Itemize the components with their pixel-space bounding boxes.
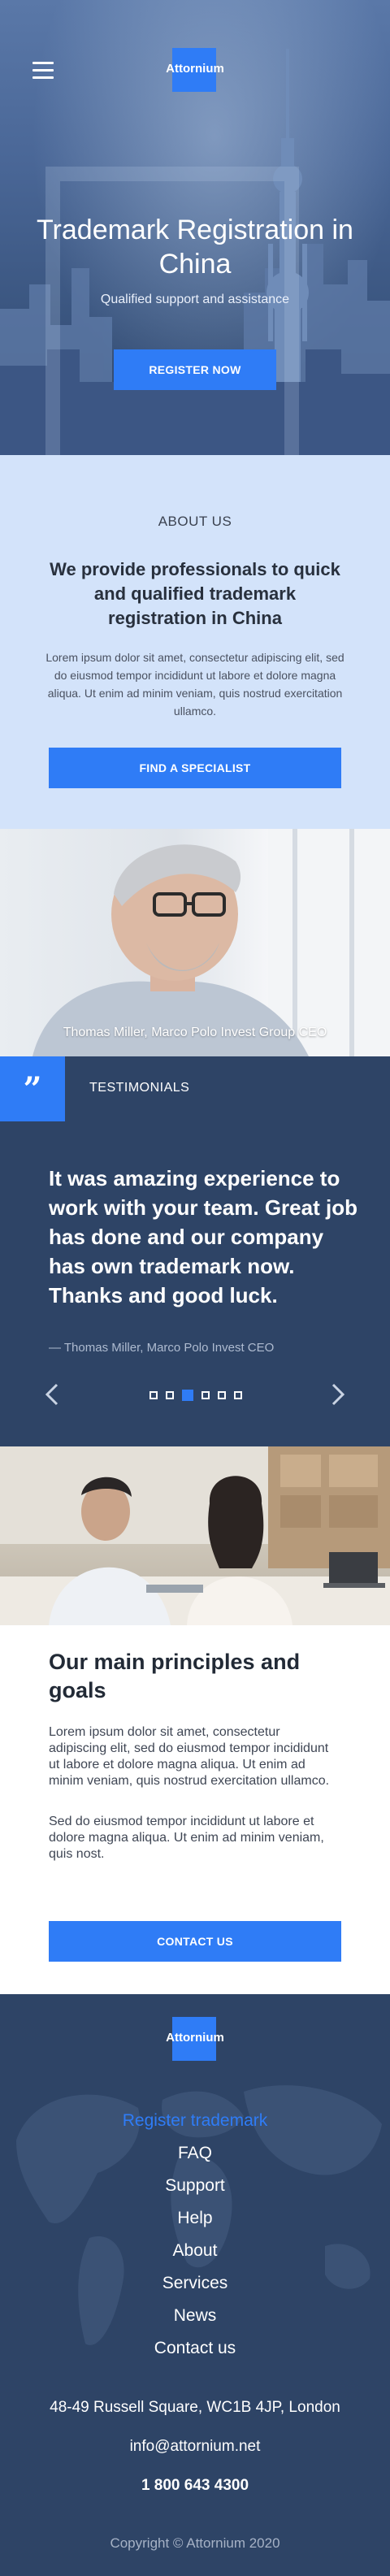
footer-link-about[interactable]: About: [0, 2235, 390, 2267]
principles-paragraph-2: Sed do eiusmod tempor incididunt ut labo…: [49, 1815, 324, 1861]
contact-us-button[interactable]: CONTACT US: [49, 1921, 341, 1962]
chevron-right-icon[interactable]: [328, 1381, 348, 1407]
footer-copyright: Copyright © Attornium 2020: [110, 2535, 280, 2551]
slider-dot-4[interactable]: [202, 1391, 210, 1399]
testimonials-section: ” TESTIMONIALS It was amazing experience…: [0, 1056, 390, 1446]
footer-phone-link[interactable]: 1 800 643 4300: [0, 2477, 390, 2495]
footer-link-help[interactable]: Help: [0, 2202, 390, 2235]
slider-dot-1[interactable]: [150, 1391, 158, 1399]
logo[interactable]: Attornium: [0, 62, 390, 76]
footer-logo[interactable]: Attornium: [0, 2031, 390, 2045]
ceo-portrait-image: [32, 829, 390, 1056]
register-now-button[interactable]: REGISTER NOW: [114, 349, 276, 390]
slider-dot-3[interactable]: [182, 1390, 193, 1401]
footer-link-contact-us[interactable]: Contact us: [0, 2332, 390, 2365]
footer-link-support[interactable]: Support: [0, 2170, 390, 2202]
find-a-specialist-button[interactable]: FIND A SPECIALIST: [49, 748, 341, 788]
hero-subtitle: Qualified support and assistance: [100, 293, 290, 306]
about-section: ABOUT US We provide professionals to qui…: [0, 455, 390, 829]
slider-dot-2[interactable]: [166, 1391, 174, 1399]
testimonial-quote: It was amazing experience to work with y…: [49, 1166, 358, 1308]
testimonials-label: TESTIMONIALS: [89, 1081, 190, 1095]
slider-dots: [150, 1390, 242, 1401]
about-heading: We provide professionals to quick and qu…: [50, 559, 340, 628]
footer-link-services[interactable]: Services: [0, 2267, 390, 2300]
testimonial-author: — Thomas Miller, Marco Polo Invest CEO: [49, 1341, 275, 1355]
hero-decorative-frame: [46, 167, 299, 455]
footer-email-link[interactable]: info@attornium.net: [0, 2438, 390, 2456]
photo-caption: Thomas Miller, Marco Polo Invest Group C…: [63, 1026, 327, 1039]
principles-section: Our main principles and goals Lorem ipsu…: [0, 1625, 390, 1994]
ceo-photo: Thomas Miller, Marco Polo Invest Group C…: [0, 829, 390, 1056]
footer-nav: Register trademark FAQ Support Help Abou…: [0, 2105, 390, 2365]
about-body: Lorem ipsum dolor sit amet, consectetur …: [46, 651, 344, 718]
hero-title: Trademark Registration in China: [37, 215, 353, 280]
about-eyebrow: ABOUT US: [158, 514, 232, 529]
footer-address: 48-49 Russell Square, WC1B 4JP, London: [50, 2399, 340, 2416]
footer-link-faq[interactable]: FAQ: [0, 2137, 390, 2170]
footer-link-register-trademark[interactable]: Register trademark: [0, 2105, 390, 2137]
footer-link-news[interactable]: News: [0, 2300, 390, 2332]
office-meeting-image: [0, 1446, 390, 1625]
hero-section: Attornium Trademark Registration in Chin…: [0, 0, 390, 455]
slider-dot-5[interactable]: [218, 1391, 226, 1399]
quote-icon: ”: [0, 1056, 65, 1121]
principles-paragraph-1: Lorem ipsum dolor sit amet, consectetur …: [49, 1725, 330, 1788]
office-photo: [0, 1446, 390, 1625]
principles-heading: Our main principles and goals: [49, 1650, 301, 1702]
chevron-left-icon[interactable]: [42, 1381, 62, 1407]
footer: Attornium Register trademark FAQ Support…: [0, 1994, 390, 2576]
slider-dot-6[interactable]: [234, 1391, 242, 1399]
